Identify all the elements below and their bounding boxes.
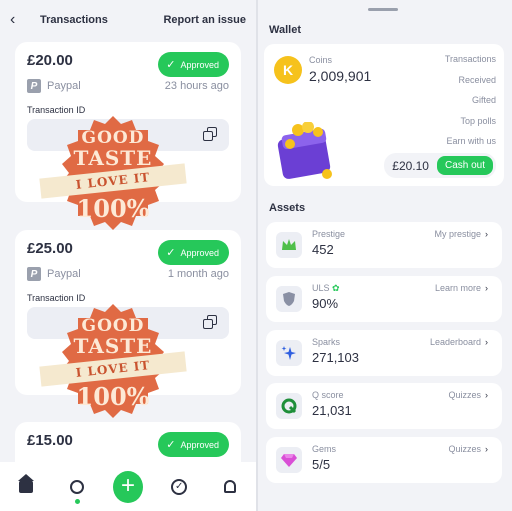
paypal-icon: P (27, 79, 41, 93)
bottom-navigation: + ✓ (0, 462, 256, 511)
cash-out-button[interactable]: Cash out (436, 156, 493, 175)
wallet-icon (277, 122, 332, 179)
home-icon (17, 474, 34, 493)
top-polls-link[interactable]: Top polls (445, 114, 496, 135)
nav-create[interactable]: + (112, 470, 143, 503)
copy-icon[interactable] (203, 127, 217, 141)
chevron-left-icon[interactable]: ‹ (10, 11, 32, 29)
transactions-link[interactable]: Transactions (445, 52, 496, 73)
payment-method: Paypal (47, 80, 81, 92)
chevron-right-icon: › (485, 283, 488, 293)
nav-tasks[interactable]: ✓ (164, 472, 194, 502)
earn-with-us-link[interactable]: Earn with us (445, 134, 496, 155)
page-title: Transactions (40, 14, 108, 26)
chevron-right-icon: › (485, 229, 488, 239)
bell-icon (224, 480, 237, 493)
cashout-row: £20.10 Cash out (384, 153, 496, 178)
nav-notifications[interactable] (215, 472, 245, 502)
check-circle-icon: ✓ (171, 478, 188, 495)
received-link[interactable]: Received (445, 73, 496, 94)
good-taste-stamp: GOOD TASTE I LOVE IT 100% (39, 296, 187, 426)
payment-method: Paypal (47, 268, 81, 280)
check-icon: ✓ (166, 59, 176, 71)
gifted-link[interactable]: Gifted (445, 93, 496, 114)
search-icon (69, 479, 84, 494)
coins-value: 2,009,901 (309, 68, 372, 84)
q-icon (276, 393, 302, 419)
quizzes-link[interactable]: Quizzes › (448, 390, 488, 400)
coin-icon: K (274, 56, 302, 84)
leaderboard-link[interactable]: Leaderboard › (430, 337, 488, 347)
status-badge: ✓ Approved (158, 52, 229, 77)
transactions-panel: ‹ Transactions Report an issue £20.00 ✓ A… (0, 0, 256, 511)
nav-search[interactable] (62, 472, 92, 504)
gem-icon (276, 447, 302, 473)
status-badge: ✓ Approved (158, 432, 229, 457)
paypal-icon: P (27, 267, 41, 281)
report-issue-link[interactable]: Report an issue (163, 14, 246, 26)
copy-icon[interactable] (203, 315, 217, 329)
chevron-right-icon: › (485, 337, 488, 347)
asset-row-prestige[interactable]: Prestige 452 My prestige › (266, 222, 502, 268)
assets-title: Assets (269, 202, 306, 214)
transaction-time: 23 hours ago (164, 80, 229, 92)
balance-amount: £20.10 (392, 158, 429, 173)
wallet-links: Transactions Received Gifted Top polls E… (445, 52, 496, 155)
plus-icon: + (112, 470, 143, 503)
drag-handle[interactable] (368, 8, 398, 11)
check-icon: ✓ (166, 247, 176, 259)
transaction-time: 1 month ago (167, 268, 229, 280)
active-dot (74, 498, 80, 504)
asset-row-gems[interactable]: Gems 5/5 Quizzes › (266, 437, 502, 483)
status-badge: ✓ Approved (158, 240, 229, 265)
good-taste-stamp: GOOD TASTE I LOVE IT 100% (39, 108, 187, 238)
crown-icon (276, 232, 302, 258)
chevron-right-icon: › (485, 444, 488, 454)
check-icon: ✓ (166, 439, 176, 451)
learn-more-link[interactable]: Learn more › (435, 283, 488, 293)
asset-row-sparks[interactable]: Sparks 271,103 Leaderboard › (266, 330, 502, 376)
wallet-panel: Wallet K Coins 2,009,901 Transactions Re… (258, 0, 512, 511)
award-icon: ✿ (332, 283, 340, 293)
asset-row-uls[interactable]: ULS ✿ 90% Learn more › (266, 276, 502, 322)
sparkle-icon (276, 340, 302, 366)
my-prestige-link[interactable]: My prestige › (434, 229, 488, 239)
quizzes-link[interactable]: Quizzes › (448, 444, 488, 454)
chevron-right-icon: › (485, 390, 488, 400)
wallet-title: Wallet (269, 24, 301, 36)
nav-home[interactable] (11, 472, 41, 502)
asset-row-qscore[interactable]: Q score 21,031 Quizzes › (266, 383, 502, 429)
shield-icon (276, 286, 302, 312)
wallet-card: K Coins 2,009,901 Transactions Received … (264, 44, 504, 186)
top-bar: ‹ Transactions Report an issue (0, 0, 256, 40)
coins-label: Coins (309, 55, 333, 65)
